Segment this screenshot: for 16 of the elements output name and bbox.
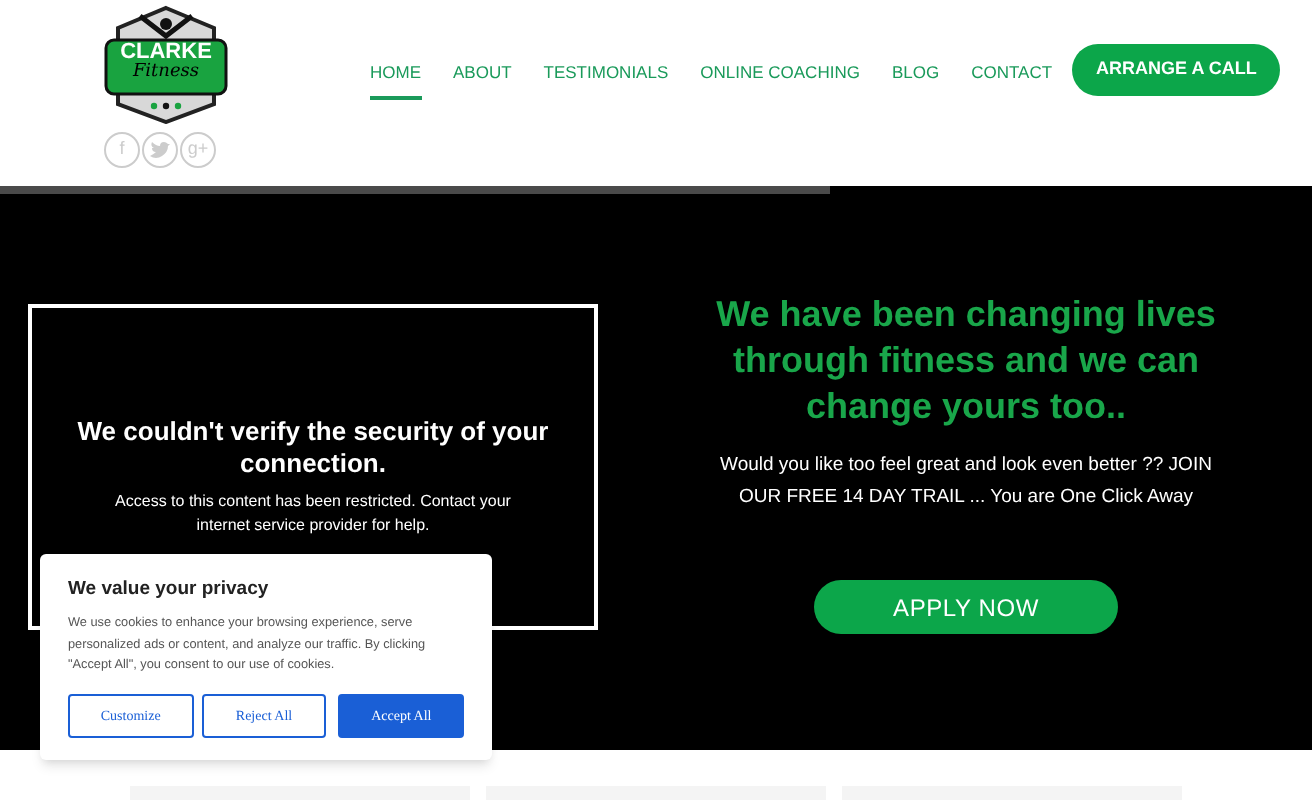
nav-link[interactable]: HOME [370, 60, 421, 100]
nav-link[interactable]: ABOUT [453, 60, 512, 100]
error-title: We couldn't verify the security of your connection. [75, 416, 551, 480]
arrange-call-button[interactable]: ARRANGE A CALL [1072, 44, 1281, 96]
error-message: Access to this content has been restricted. Contact your internet service provider for help. [113, 490, 513, 538]
logo-tagline: Fitness [132, 64, 200, 82]
nav-link[interactable]: BLOG [891, 60, 940, 100]
cookie-title: We value your privacy [68, 576, 271, 604]
apply-now-button[interactable]: APPLY NOW [814, 580, 1118, 634]
nav-link[interactable]: ONLINE COACHING [700, 60, 860, 100]
logo-name: CLARKE [120, 42, 212, 64]
logo-emblem-drawing[interactable] [104, 4, 228, 124]
hero-text: Would you like too feel great and look even better ?? JOIN OUR FREE 14 DAY TRAIL ... You are One Click Away [718, 452, 1214, 512]
hero-heading: We have been changing lives through fitness and we can change yours too.. [714, 292, 1218, 430]
nav-link[interactable]: TESTIMONIALS [543, 60, 669, 100]
nav-link[interactable]: CONTACT [971, 60, 1053, 100]
